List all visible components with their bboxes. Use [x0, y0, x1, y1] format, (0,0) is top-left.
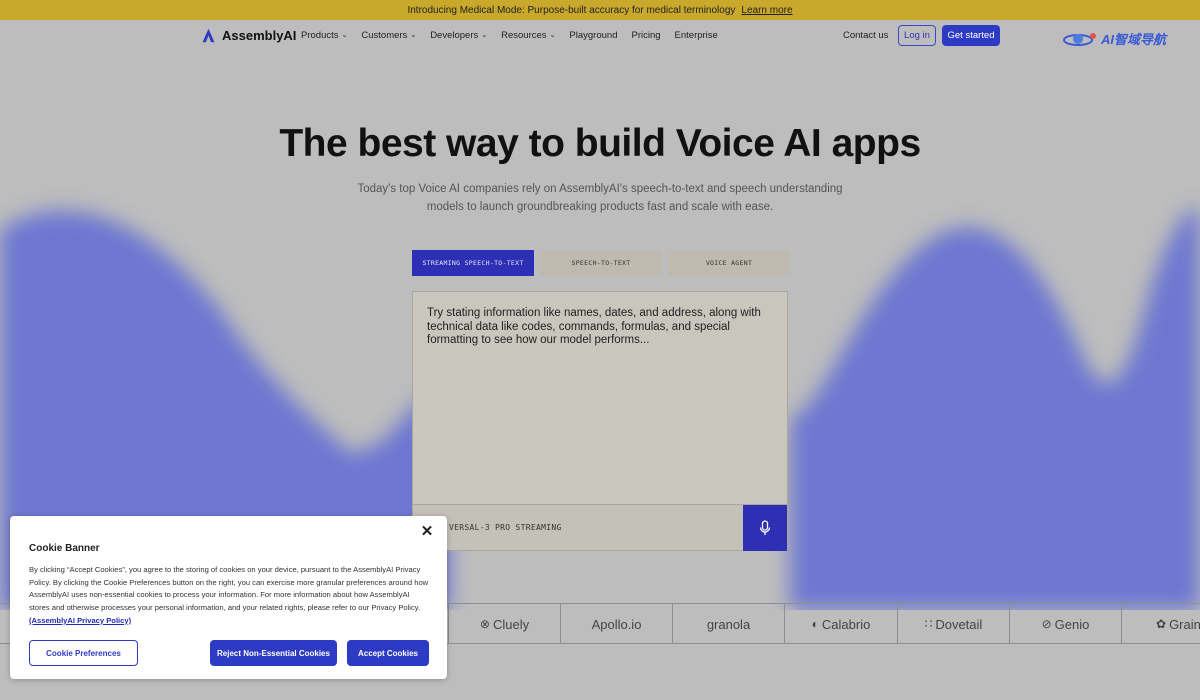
brand-name: AssemblyAI [222, 28, 297, 43]
grain-logo-icon: ✿ [1156, 617, 1167, 631]
brand-logo[interactable]: AssemblyAI [200, 27, 296, 44]
logo-granola-label: granola [706, 616, 751, 632]
logo-apollo-label: Apollo.io [591, 616, 642, 632]
close-icon[interactable]: ✕ [419, 522, 435, 540]
logo-granola: granola [672, 604, 784, 644]
tab-streaming-speech-to-text[interactable]: STREAMING SPEECH-TO-TEXT [412, 250, 534, 276]
nav-products[interactable]: Products ⌄ [301, 30, 347, 41]
nav-customers[interactable]: Customers ⌄ [361, 30, 416, 41]
assemblyai-logo-icon [202, 28, 215, 43]
demo-prompt-text: Try stating information like names, date… [427, 307, 761, 346]
cluely-logo-icon: ⊗ [479, 617, 490, 631]
logo-calabrio: ◐ Calabrio [784, 604, 897, 644]
nav-products-label: Products [301, 30, 339, 41]
logo-cluely-label: Cluely [492, 616, 530, 632]
nav-developers-label: Developers [430, 30, 479, 41]
logo-grain-label: Grain [1169, 616, 1200, 632]
logo-grain: ✿ Grain [1121, 604, 1200, 644]
globe-icon [1063, 32, 1096, 46]
cookie-banner-title: Cookie Banner [29, 543, 100, 554]
dovetail-logo-icon: ∷ [924, 617, 933, 631]
demo-panel: Try stating information like names, date… [412, 291, 788, 551]
contact-us-link[interactable]: Contact us [843, 30, 888, 41]
privacy-policy-link[interactable]: (AssemblyAI Privacy Policy) [29, 616, 131, 625]
announcement-bar: Introducing Medical Mode: Purpose-built … [0, 0, 1200, 20]
logo-dovetail-label: Dovetail [935, 616, 983, 632]
mode-tabs: STREAMING SPEECH-TO-TEXT SPEECH-TO-TEXT … [412, 250, 790, 276]
nav-resources-label: Resources [501, 30, 547, 41]
tab-speech-to-text[interactable]: SPEECH-TO-TEXT [540, 250, 662, 276]
logo-cluely: ⊗ Cluely [448, 604, 560, 644]
cookie-preferences-button[interactable]: Cookie Preferences [29, 640, 138, 666]
logo-apollo: Apollo.io [560, 604, 672, 644]
ai-nav-badge[interactable]: AI智域导航 [1062, 29, 1166, 48]
logo-dovetail: ∷ Dovetail [897, 604, 1009, 644]
top-nav: AssemblyAI Products ⌄ Customers ⌄ Develope… [0, 20, 1200, 52]
login-button[interactable]: Log in [898, 25, 936, 46]
nav-developers[interactable]: Developers ⌄ [430, 30, 487, 41]
announcement-text: Introducing Medical Mode: Purpose-built … [407, 4, 736, 16]
hero-subtitle-line2: models to launch groundbreaking products… [426, 201, 774, 213]
genio-logo-icon: ⊘ [1041, 617, 1052, 631]
model-label[interactable]: VERSAL-3 PRO STREAMING [449, 523, 562, 532]
hero-subtitle: Today's top Voice AI companies rely on A… [350, 180, 850, 216]
learn-more-link[interactable]: Learn more [741, 5, 792, 16]
reject-cookies-button[interactable]: Reject Non-Essential Cookies [210, 640, 337, 666]
logo-calabrio-label: Calabrio [821, 616, 871, 632]
chevron-down-icon: ⌄ [481, 31, 488, 39]
tab-voice-agent[interactable]: VOICE AGENT [668, 250, 790, 276]
hero-subtitle-line1: Today's top Voice AI companies rely on A… [357, 183, 843, 195]
hero-title: The best way to build Voice AI apps [279, 122, 921, 165]
logo-genio-label: Genio [1054, 616, 1090, 632]
accept-cookies-button[interactable]: Accept Cookies [347, 640, 429, 666]
nav-playground[interactable]: Playground [569, 30, 617, 41]
microphone-button[interactable] [743, 505, 787, 551]
nav-resources[interactable]: Resources ⌄ [501, 30, 555, 41]
logo-genio: ⊘ Genio [1009, 604, 1121, 644]
nav-enterprise[interactable]: Enterprise [675, 30, 718, 41]
nav-links: Products ⌄ Customers ⌄ Developers ⌄ Resourc… [301, 30, 718, 41]
cookie-banner-text: By clicking “Accept Cookies”, you agree … [29, 564, 429, 628]
get-started-button[interactable]: Get started [942, 25, 1000, 46]
calabrio-logo-icon: ◐ [811, 617, 819, 631]
nav-pricing[interactable]: Pricing [631, 30, 660, 41]
microphone-icon [759, 520, 771, 535]
demo-controls: VERSAL-3 PRO STREAMING [413, 504, 787, 551]
chevron-down-icon: ⌄ [341, 31, 348, 39]
cookie-body-text: By clicking “Accept Cookies”, you agree … [29, 565, 429, 613]
chevron-down-icon: ⌄ [410, 31, 417, 39]
nav-customers-label: Customers [361, 30, 408, 41]
ai-badge-label: AI智域导航 [1101, 32, 1167, 47]
cookie-banner: ✕ Cookie Banner By clicking “Accept Cook… [10, 516, 447, 679]
chevron-down-icon: ⌄ [549, 31, 556, 39]
